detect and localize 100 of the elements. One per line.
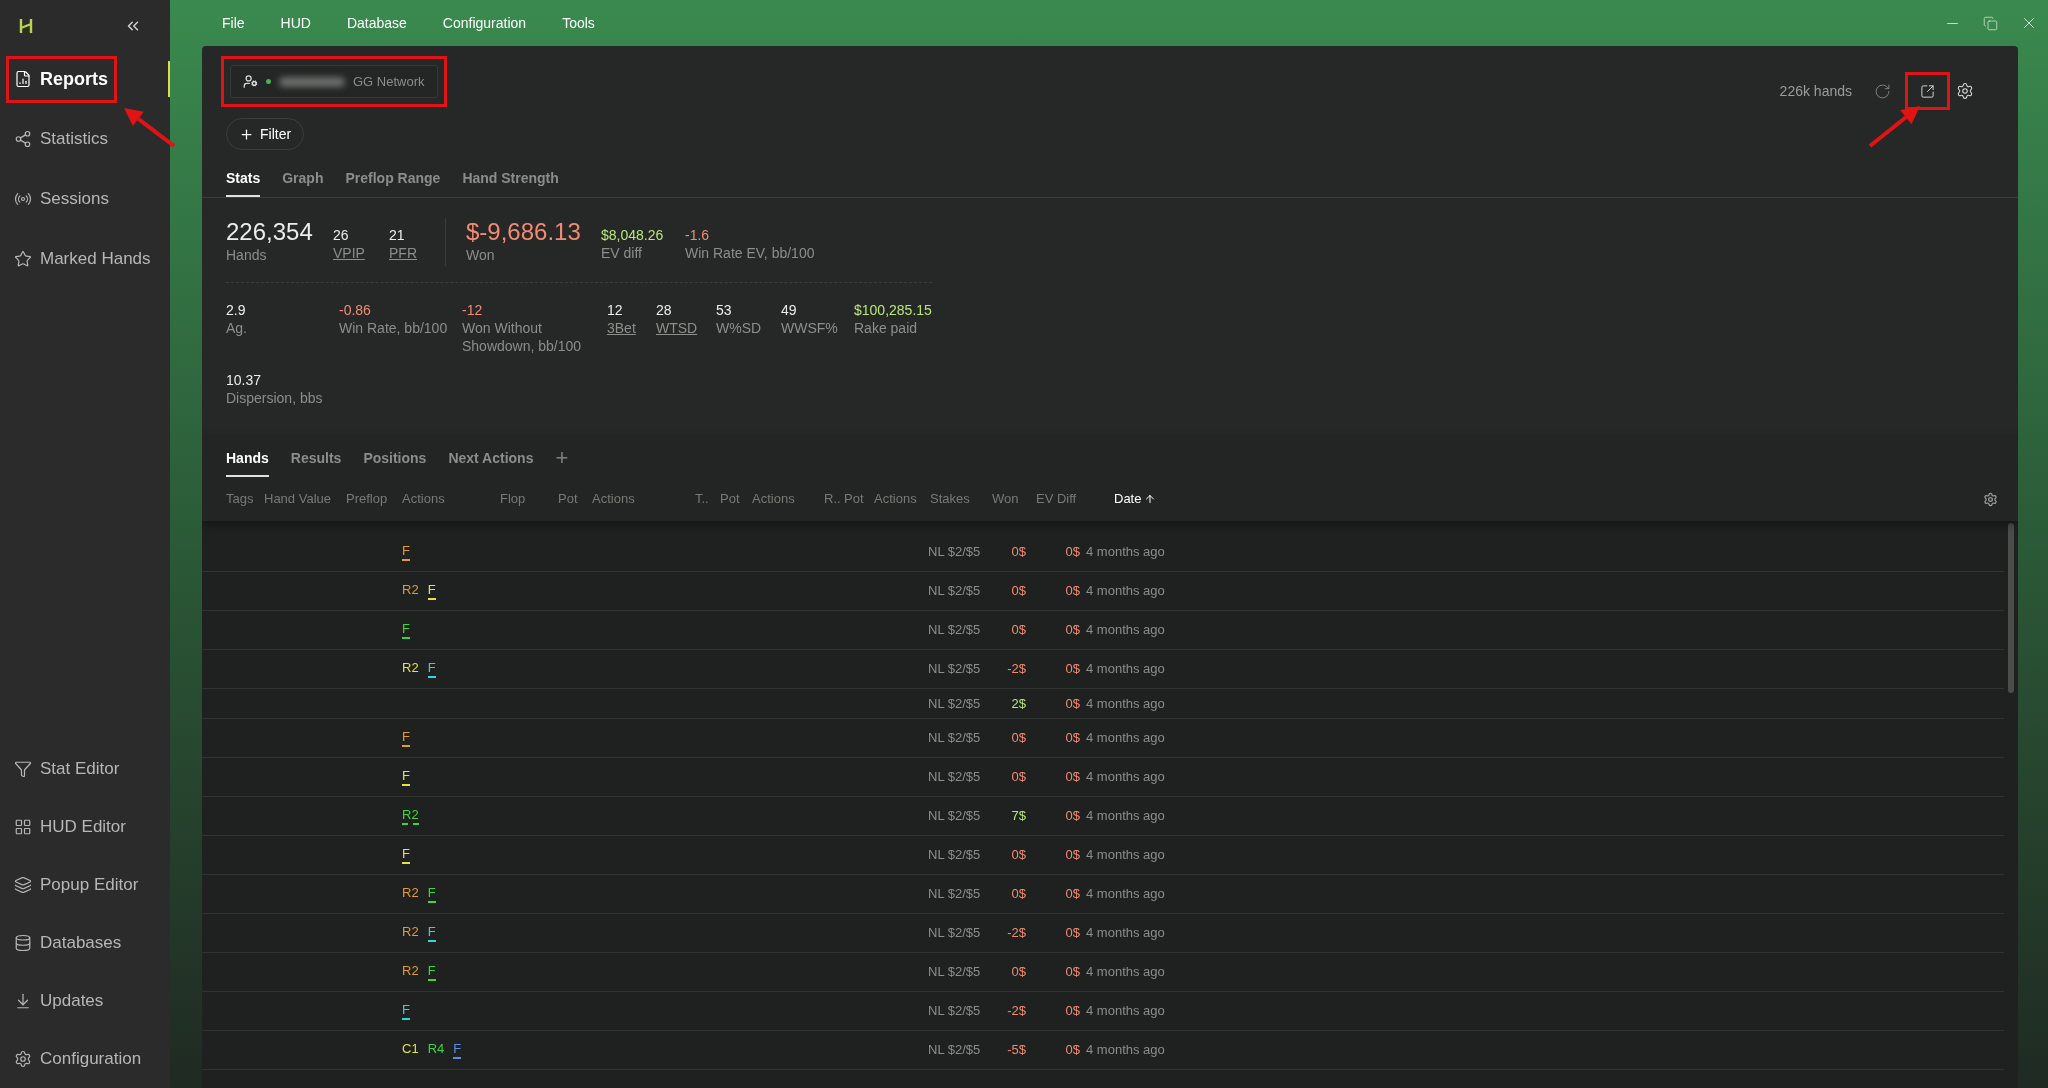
- hands-tab[interactable]: Positions: [363, 447, 427, 477]
- stakes-cell-text: NL $2/$5: [928, 963, 982, 982]
- share-icon: [14, 130, 32, 148]
- date-cell-text: 4 months ago: [1086, 621, 1165, 640]
- ev-diff-cell-text: 0$: [1064, 660, 1080, 679]
- nav-item[interactable]: Stat Editor: [0, 748, 128, 790]
- account-selector[interactable]: GG Network: [230, 65, 438, 98]
- table-row[interactable]: F NL $2/$5 0$ 0$ 4 months ago: [202, 719, 2004, 758]
- table-row[interactable]: F NL $2/$5 -2$ 0$ 4 months ago: [202, 992, 2004, 1031]
- ev-diff-cell-text: 0$: [1064, 807, 1080, 826]
- filter-icon: [14, 760, 32, 778]
- hands-tab[interactable]: Hands: [226, 447, 269, 477]
- table-row[interactable]: R2 F NL $2/$5 -2$ 0$ 4 months ago: [202, 650, 2004, 689]
- stakes-cell-text: NL $2/$5: [928, 768, 982, 787]
- column-header[interactable]: Actions: [402, 489, 500, 509]
- menu-item[interactable]: Database: [346, 12, 407, 34]
- table-row[interactable]: F NL $2/$5 0$ 0$ 4 months ago: [202, 836, 2004, 875]
- date-cell-text: 4 months ago: [1086, 1002, 1165, 1021]
- table-row[interactable]: R2 F NL $2/$5 -2$ 0$ 4 months ago: [202, 914, 2004, 953]
- action-tag: F: [402, 543, 410, 561]
- stat-value: 2.9: [226, 301, 247, 319]
- stat-link[interactable]: WTSD: [656, 319, 708, 337]
- stat-label: Won Without Showdown, bb/100: [462, 319, 583, 355]
- stakes-cell-text: NL $2/$5: [928, 582, 982, 601]
- table-row[interactable]: R2 F NL $2/$5 0$ 0$ 4 months ago: [202, 953, 2004, 992]
- column-header[interactable]: Pot: [720, 489, 752, 509]
- table-row[interactable]: R2 F NL $2/$5 0$ 0$ 4 months ago: [202, 572, 2004, 611]
- column-header[interactable]: Date: [1114, 489, 1194, 509]
- stat-label: WWSF%: [781, 319, 839, 337]
- column-header[interactable]: Pot: [844, 489, 874, 509]
- scrollbar-thumb[interactable]: [2008, 523, 2014, 693]
- hands-tab[interactable]: Results: [290, 447, 342, 477]
- column-header[interactable]: Actions: [592, 489, 695, 509]
- action-tag: F: [427, 660, 436, 678]
- column-header[interactable]: Actions: [874, 489, 930, 509]
- menu-item[interactable]: Configuration: [442, 12, 527, 34]
- add-tab-button[interactable]: +: [555, 447, 569, 477]
- won-cell-text: 0$: [1010, 846, 1026, 865]
- ev-diff-cell-text: 0$: [1064, 963, 1080, 982]
- export-icon[interactable]: [1920, 83, 1935, 99]
- refresh-icon[interactable]: [1874, 82, 1891, 100]
- restore-icon[interactable]: [1983, 15, 1998, 31]
- stakes-cell-text: NL $2/$5: [928, 924, 982, 943]
- action-tag: R2: [402, 963, 419, 981]
- column-header[interactable]: Pot: [558, 489, 592, 509]
- column-header[interactable]: Tags: [226, 489, 264, 509]
- nav-item[interactable]: Popup Editor: [0, 864, 147, 906]
- table-row[interactable]: R2 NL $2/$5 7$ 0$ 4 months ago: [202, 797, 2004, 836]
- won-cell-text: 0$: [1010, 885, 1026, 904]
- nav-item[interactable]: Reports: [9, 58, 114, 100]
- settings-icon[interactable]: [1956, 82, 1974, 100]
- action-tag: R4: [427, 1041, 445, 1059]
- table-row[interactable]: F NL $2/$5 0$ 0$ 4 months ago: [202, 611, 2004, 650]
- table-row[interactable]: NL $2/$5 2$ 0$ 4 months ago: [202, 689, 2004, 719]
- stat-link[interactable]: VPIP: [333, 244, 389, 262]
- menu-item[interactable]: HUD: [280, 12, 311, 34]
- nav-item[interactable]: Sessions: [0, 178, 117, 220]
- menu-item[interactable]: File: [222, 12, 245, 34]
- column-header[interactable]: Stakes: [930, 489, 992, 509]
- nav-item[interactable]: Marked Hands: [0, 238, 159, 280]
- date-cell-text: 4 months ago: [1086, 924, 1165, 943]
- nav-item[interactable]: Databases: [0, 922, 130, 964]
- column-header[interactable]: R..: [824, 489, 844, 509]
- stat-link[interactable]: 3Bet: [607, 319, 648, 337]
- table-row[interactable]: R2 F NL $2/$5 0$ 0$ 4 months ago: [202, 875, 2004, 914]
- nav-item[interactable]: Configuration: [0, 1038, 150, 1080]
- menu-item[interactable]: Tools: [562, 12, 595, 34]
- stakes-cell-text: NL $2/$5: [928, 1041, 982, 1060]
- column-header[interactable]: Actions: [752, 489, 824, 509]
- active-indicator: [168, 61, 170, 97]
- won-cell-text: -2$: [1006, 1002, 1026, 1021]
- stat-value: 53: [716, 301, 733, 319]
- table-row[interactable]: F NL $2/$5 0$ 0$ 4 months ago: [202, 758, 2004, 797]
- hands-tab[interactable]: Next Actions: [448, 447, 534, 477]
- stat-link[interactable]: PFR: [389, 244, 445, 262]
- table-row[interactable]: F NL $2/$5 0$ 0$ 4 months ago: [202, 533, 2004, 572]
- column-header[interactable]: EV Diff: [1036, 489, 1114, 509]
- download-icon: [14, 992, 32, 1010]
- report-tab[interactable]: Graph: [282, 168, 324, 197]
- column-header[interactable]: T..: [695, 489, 720, 509]
- report-tab[interactable]: Stats: [226, 168, 261, 197]
- action-tag: F: [427, 924, 436, 942]
- stakes-cell-text: NL $2/$5: [928, 1002, 982, 1021]
- column-header[interactable]: Won: [992, 489, 1036, 509]
- column-header[interactable]: Preflop: [346, 489, 402, 509]
- column-header[interactable]: Hand Value: [264, 489, 346, 509]
- stakes-cell-text: NL $2/$5: [928, 694, 982, 713]
- table-row[interactable]: C1 R4 F NL $2/$5 -5$ 0$ 4 months ago: [202, 1031, 2004, 1070]
- report-tab[interactable]: Hand Strength: [462, 168, 559, 197]
- nav-item[interactable]: Statistics: [0, 118, 117, 160]
- nav-item[interactable]: HUD Editor: [0, 806, 134, 848]
- sort-icon: [1144, 493, 1157, 505]
- action-tag: F: [402, 621, 410, 639]
- column-header[interactable]: Flop: [500, 489, 558, 509]
- stat-value: 26: [333, 226, 350, 244]
- report-tab[interactable]: Preflop Range: [345, 168, 441, 197]
- stat-value: $8,048.26: [601, 226, 665, 244]
- column-settings-icon[interactable]: [1983, 491, 1998, 507]
- stakes-cell-text: NL $2/$5: [928, 807, 982, 826]
- nav-item[interactable]: Updates: [0, 980, 112, 1022]
